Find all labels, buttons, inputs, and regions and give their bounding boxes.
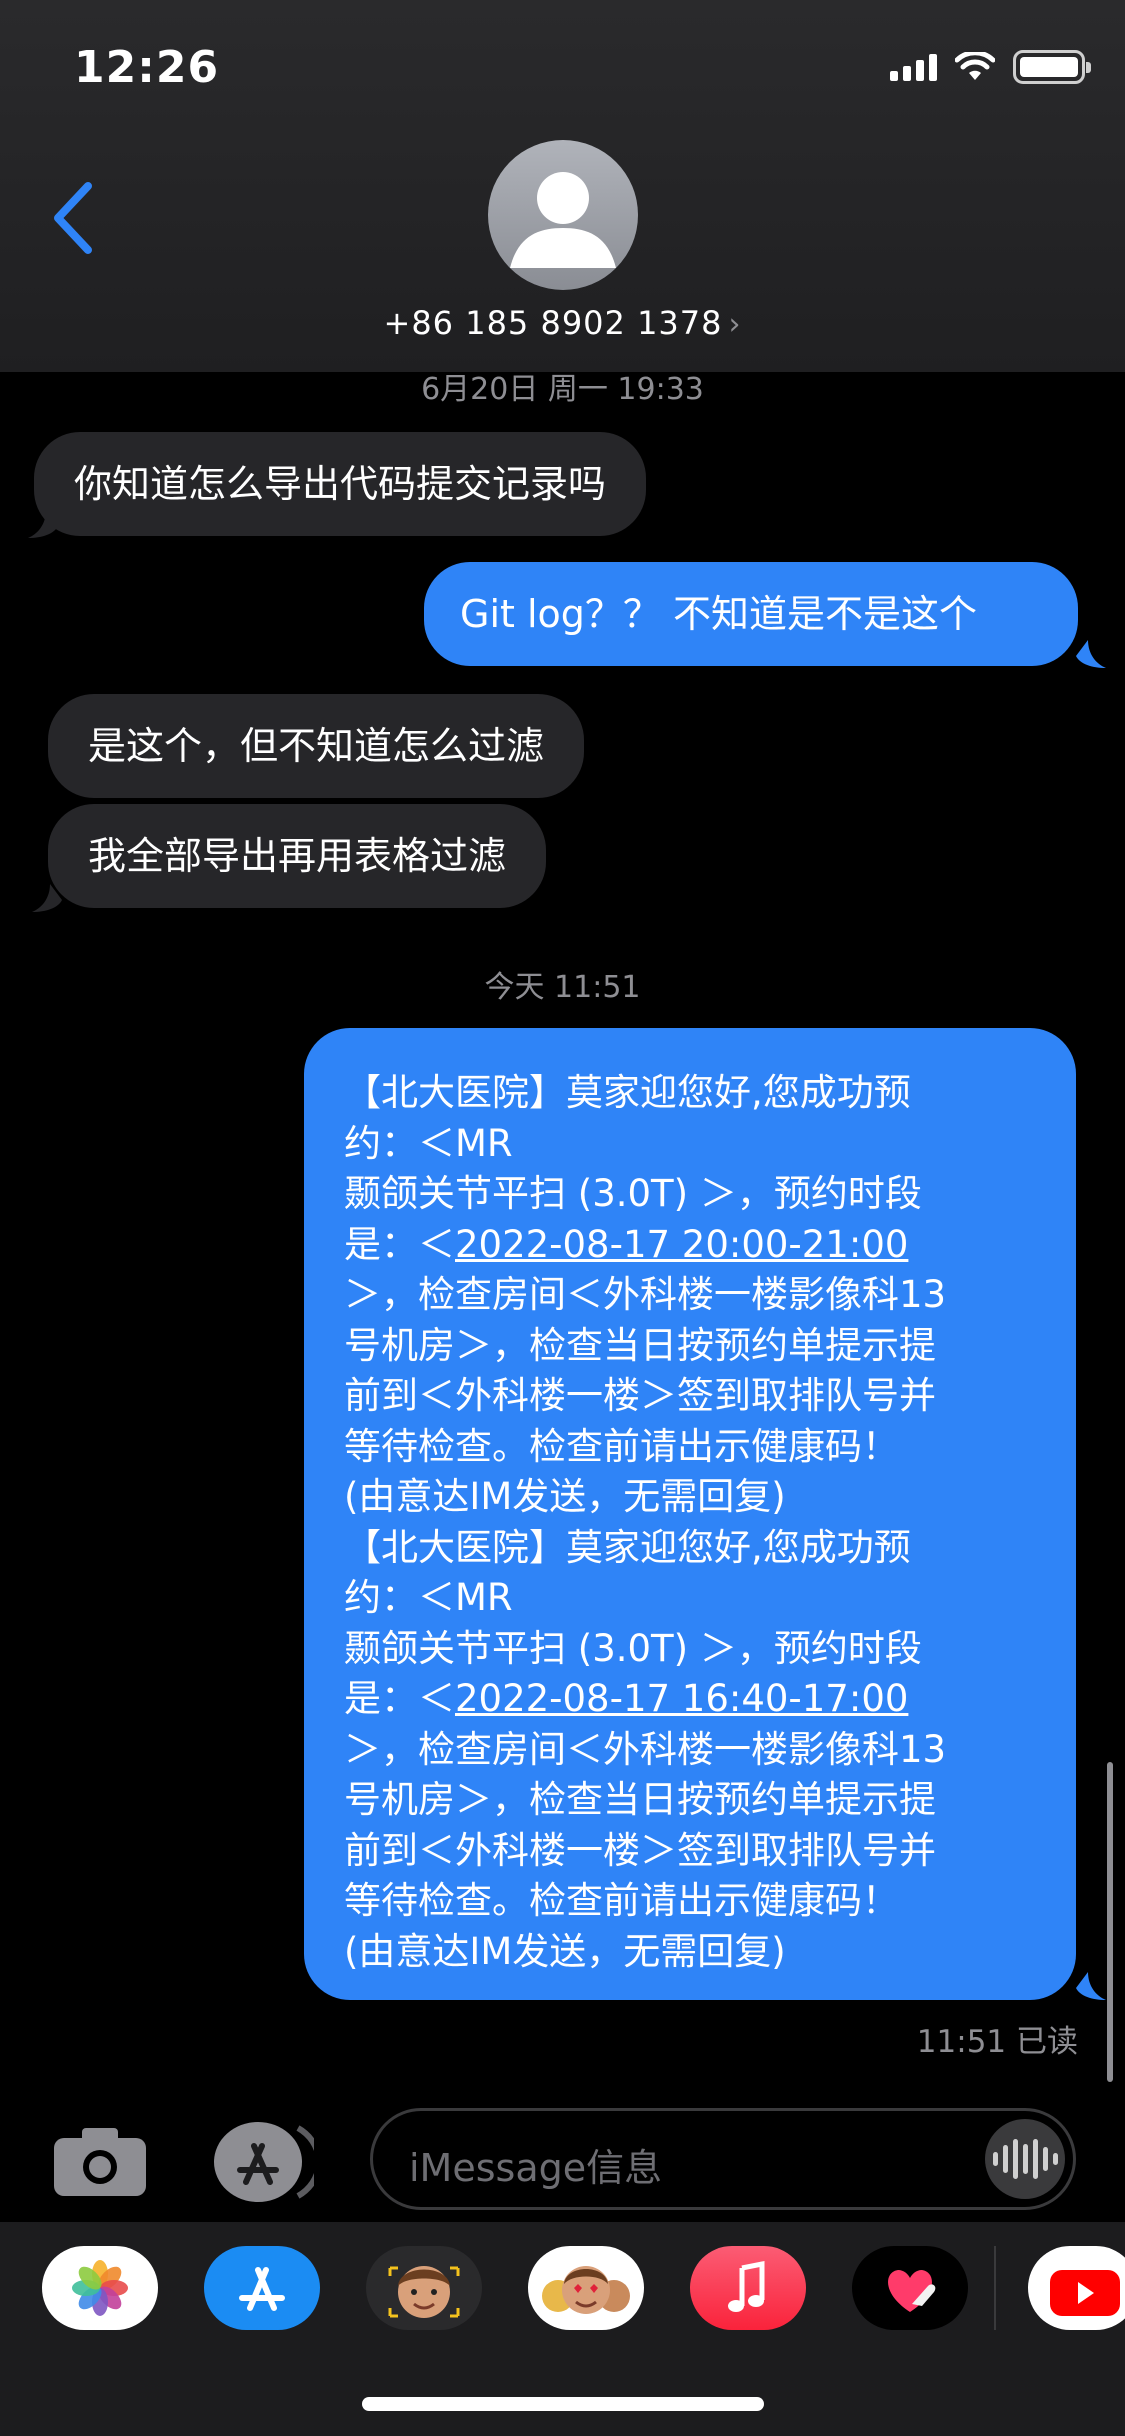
input-placeholder: iMessage信息 — [409, 2146, 663, 2190]
message-line: 前到＜外科楼一楼＞签到取排队号并 — [344, 1374, 936, 1417]
bubble-tail — [28, 510, 58, 538]
wifi-icon — [955, 52, 995, 80]
message-text: 是：＜ — [344, 1677, 455, 1720]
music-note-icon — [728, 2260, 765, 2312]
message-line: 前到＜外科楼一楼＞签到取排队号并 — [344, 1828, 936, 1872]
message-line: 颞颌关节平扫 (3.0T) ＞，预约时段 — [344, 1172, 922, 1215]
digital-touch-app[interactable] — [852, 2246, 968, 2330]
conversation-header: 12:26 +86 185 8902 1378 › — [0, 0, 1125, 372]
memoji-app[interactable] — [366, 2246, 482, 2330]
status-icons — [890, 50, 1091, 84]
date-link[interactable]: 2022-08-17 16:40-17:00 — [455, 1677, 908, 1720]
chevron-right-icon: › — [728, 307, 742, 342]
youtube-app[interactable] — [1028, 2246, 1125, 2330]
sms-block-2: 【北大医院】莫家迎您好,您成功预 约：＜MR 颞颌关节平扫 (3.0T) ＞，预… — [344, 1523, 1032, 1978]
message-bubble-incoming[interactable]: 我全部导出再用表格过滤 — [48, 804, 547, 908]
app-store-icon — [239, 2267, 285, 2311]
camera-button[interactable] — [52, 2126, 148, 2198]
message-text: 我全部导出再用表格过滤 — [88, 834, 507, 878]
message-line: 颞颌关节平扫 (3.0T) ＞，预约时段 — [344, 1626, 922, 1670]
contact-name-button[interactable]: +86 185 8902 1378 › — [0, 304, 1125, 342]
message-line: ＞，检查房间＜外科楼一楼影像科13 — [344, 1273, 947, 1316]
person-icon — [510, 172, 616, 268]
message-line: (由意达IM发送，无需回复) — [344, 1475, 786, 1518]
youtube-icon — [1050, 2270, 1120, 2316]
sms-block-1: 【北大医院】莫家迎您好,您成功预 约：＜MR 颞颌关节平扫 (3.0T) ＞，预… — [344, 1068, 1032, 1523]
photos-icon — [72, 2260, 128, 2316]
thread-timestamp: 6月20日 周一 19:33 — [421, 372, 704, 407]
drawer-divider — [994, 2246, 996, 2330]
app-store-app[interactable] — [204, 2246, 320, 2330]
photos-app[interactable] — [42, 2246, 158, 2330]
home-indicator[interactable] — [362, 2397, 764, 2411]
message-text: Git log？？ 不知道是不是这个 — [460, 592, 977, 636]
scroll-indicator[interactable] — [1107, 1762, 1113, 2082]
message-line: 【北大医院】莫家迎您好,您成功预 — [344, 1525, 911, 1569]
message-line: (由意达IM发送，无需回复) — [344, 1929, 786, 1973]
message-line: 等待检查。检查前请出示健康码！ — [344, 1424, 899, 1468]
back-button[interactable] — [46, 178, 106, 258]
message-line: 号机房＞，检查当日按预约单提示提 — [344, 1323, 936, 1367]
contact-number: +86 185 8902 1378 — [383, 304, 723, 342]
status-time: 12:26 — [74, 42, 220, 93]
message-line: 是：＜2022-08-17 16:40-17:00 — [344, 1674, 1032, 1725]
music-app[interactable] — [690, 2246, 806, 2330]
message-line: 约：＜MR — [344, 1576, 513, 1619]
message-bubble-outgoing-long[interactable]: 【北大医院】莫家迎您好,您成功预 约：＜MR 颞颌关节平扫 (3.0T) ＞，预… — [304, 1028, 1076, 2000]
cellular-signal-icon — [890, 53, 937, 81]
message-bubble-incoming[interactable]: 你知道怎么导出代码提交记录吗 — [34, 432, 647, 536]
audio-message-button[interactable] — [985, 2119, 1065, 2199]
bubble-tail — [1076, 1972, 1106, 2000]
digital-touch-icon — [888, 2270, 936, 2312]
imessage-input[interactable]: iMessage信息 — [370, 2108, 1076, 2210]
message-line: 是：＜2022-08-17 20:00-21:00 — [344, 1220, 1032, 1271]
message-bubble-incoming[interactable]: 是这个，但不知道怎么过滤 — [48, 694, 585, 798]
animoji-app[interactable] — [528, 2246, 644, 2330]
message-text: 是这个，但不知道怎么过滤 — [88, 724, 545, 768]
message-text: 你知道怎么导出代码提交记录吗 — [74, 462, 607, 506]
date-link[interactable]: 2022-08-17 20:00-21:00 — [455, 1223, 908, 1266]
message-line: 等待检查。检查前请出示健康码！ — [344, 1879, 899, 1922]
message-bubble-outgoing[interactable]: Git log？？ 不知道是不是这个 — [424, 562, 1078, 666]
contact-avatar[interactable] — [488, 140, 638, 290]
thread-timestamp: 今天 11:51 — [484, 970, 641, 1005]
message-line: ＞，检查房间＜外科楼一楼影像科13 — [344, 1727, 947, 1771]
animoji-icon — [542, 2266, 630, 2314]
battery-icon — [1013, 50, 1091, 84]
app-store-button[interactable] — [210, 2120, 314, 2204]
message-line: 号机房＞，检查当日按预约单提示提 — [344, 1778, 936, 1821]
message-line: 约：＜MR — [344, 1121, 513, 1165]
message-line: 【北大医院】莫家迎您好,您成功预 — [344, 1071, 911, 1114]
message-text: 是：＜ — [344, 1222, 455, 1266]
bubble-tail — [32, 884, 62, 912]
bubble-tail — [1076, 640, 1106, 668]
read-receipt: 11:51 已读 — [916, 2024, 1078, 2060]
memoji-icon — [388, 2266, 460, 2318]
